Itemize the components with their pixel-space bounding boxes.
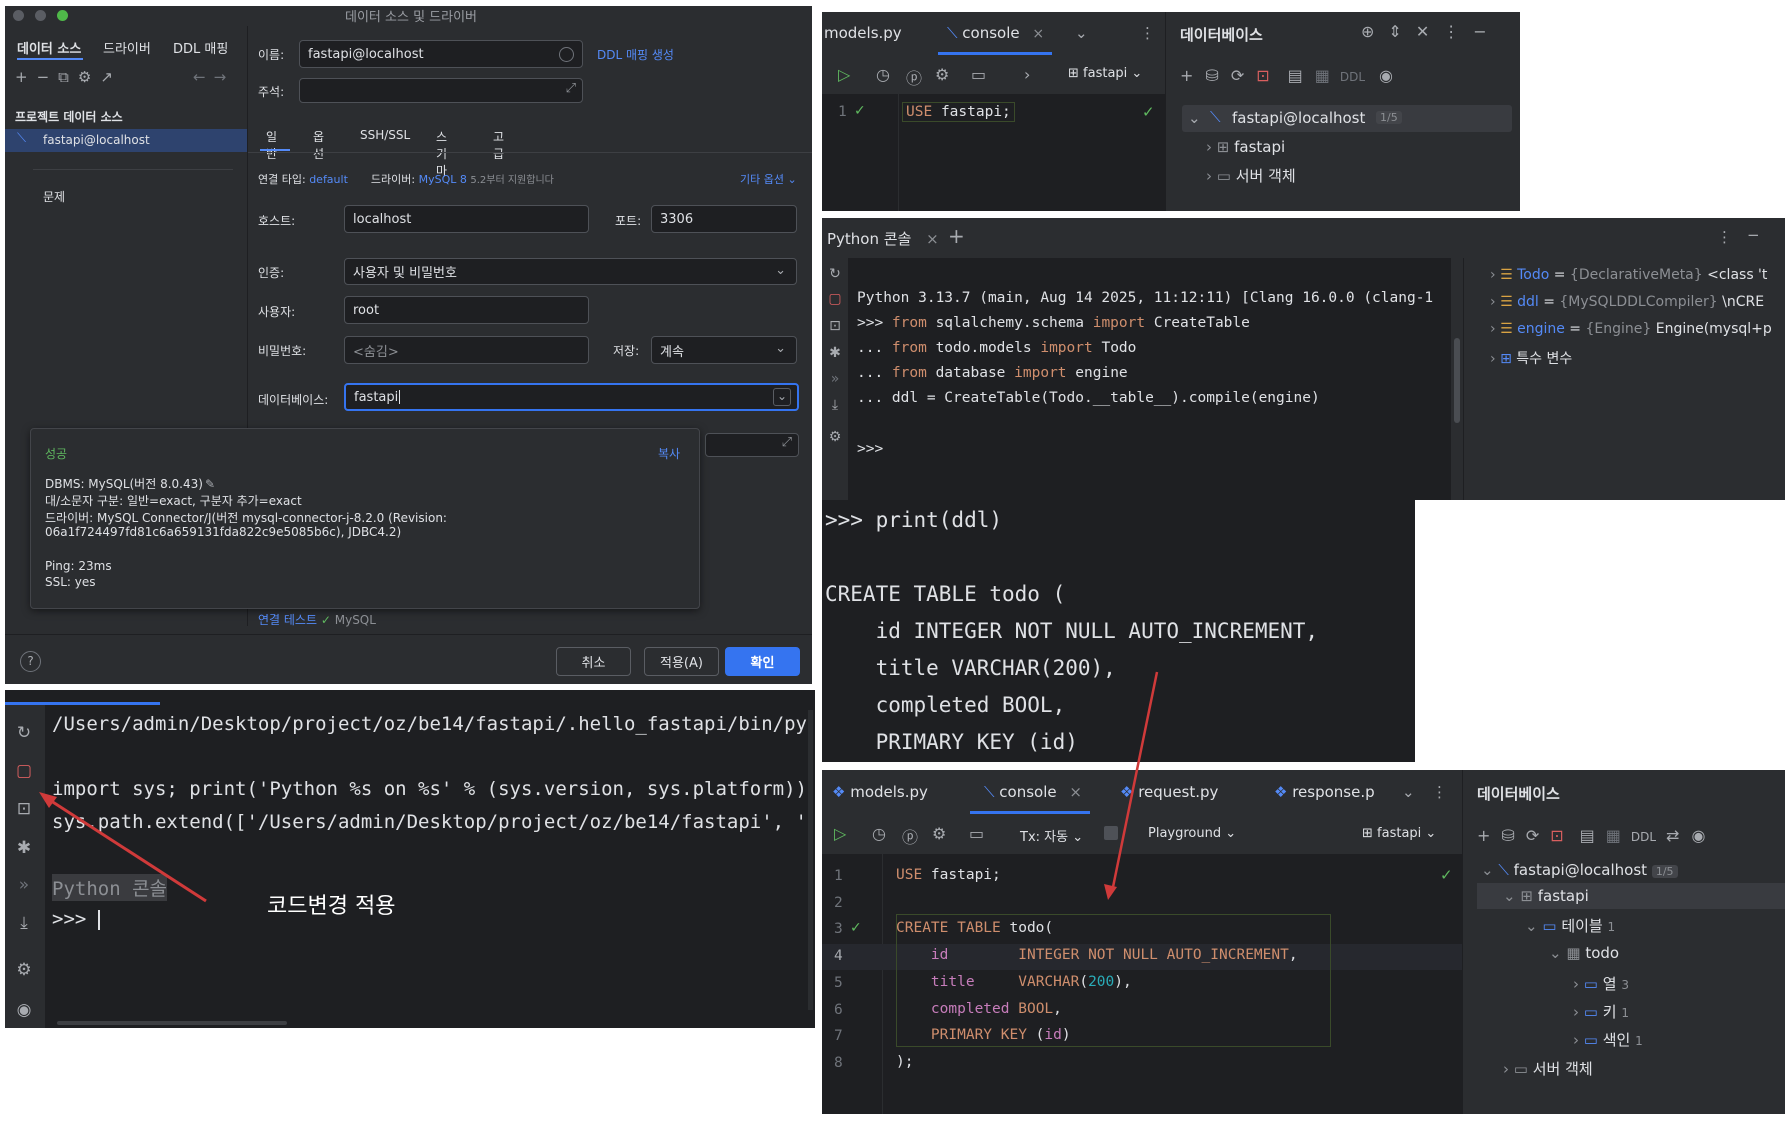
- annotation-arrow-right: [1104, 671, 1159, 900]
